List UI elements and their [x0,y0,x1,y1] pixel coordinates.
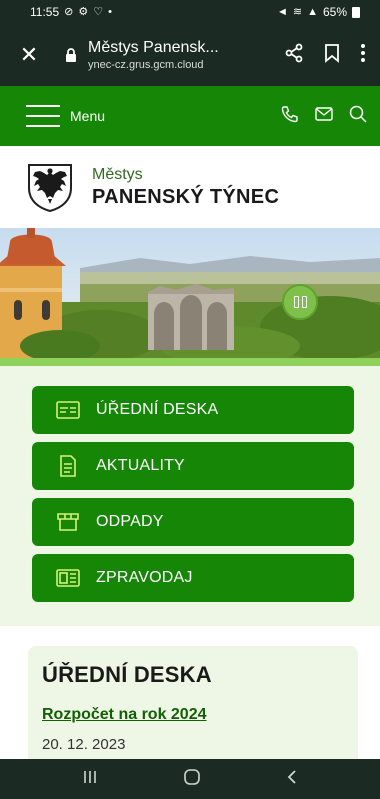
page-title: Městys Panensk... [88,39,219,56]
close-icon[interactable]: ✕ [0,42,58,68]
battery-level: 65% [322,5,347,19]
address-bar[interactable]: Městys Panensk... ynec-cz.grus.gcm.cloud [84,39,284,71]
menu-button[interactable]: Menu [26,105,105,127]
back-icon[interactable] [286,769,298,790]
board-icon [54,401,82,419]
dot-icon: • [108,5,112,18]
pause-slideshow-button[interactable] [282,284,318,320]
notice-item-date: 20. 12. 2023 [42,736,126,753]
pause-icon [293,296,299,308]
notice-item-link[interactable]: Rozpočet na rok 2024 [42,706,344,724]
system-navigation-bar [0,759,380,799]
coat-of-arms-logo [26,162,74,213]
brand-title: PANENSKÝ TÝNEC [92,185,280,208]
notice-board-title: ÚŘEDNÍ DESKA [42,662,212,687]
status-time: 11:55 [30,5,60,19]
bookmark-icon[interactable] [324,43,340,68]
brand-subtitle: Městys [92,165,143,183]
battery-icon [352,6,360,18]
wifi-icon: ≋ [292,5,303,18]
landscape-photo [0,228,380,358]
hamburger-icon [26,105,60,127]
phone-icon[interactable] [280,104,300,129]
menu-label: Menu [70,108,106,124]
quick-links: ÚŘEDNÍ DESKA AKTUALITY ODPADY ZPRAVODAJ [0,366,380,626]
hero-image [0,228,380,366]
quick-link-uredni-deska[interactable]: ÚŘEDNÍ DESKA [32,386,354,434]
document-icon [54,455,82,477]
recent-apps-icon[interactable] [82,770,98,789]
notice-board-section: ÚŘEDNÍ DESKA Rozpočet na rok 2024 20. 12… [0,626,380,759]
more-options-icon[interactable] [360,43,366,68]
quick-link-label: ODPADY [96,513,164,530]
share-icon[interactable] [284,43,304,68]
quick-link-label: AKTUALITY [96,457,185,474]
email-icon[interactable] [314,106,334,127]
hero-divider [0,358,380,366]
vibrate-icon: ◄ [276,5,288,18]
quick-link-label: ZPRAVODAJ [96,569,193,586]
quick-link-label: ÚŘEDNÍ DESKA [96,401,219,418]
web-page: Menu Městys PANENSKÝ TÝNEC ÚŘEDNÍ DESKA … [0,86,380,759]
page-url: ynec-cz.grus.gcm.cloud [88,59,204,71]
newspaper-icon [54,569,82,587]
site-brand[interactable]: Městys PANENSKÝ TÝNEC [0,146,380,228]
status-bar: 11:55 ⊘ ⚙ ♡ • ◄ ≋ ▲ 65% [0,0,380,24]
site-navbar: Menu [0,86,380,146]
signal-icon: ▲ [307,5,318,18]
browser-toolbar: ✕ Městys Panensk... ynec-cz.grus.gcm.clo… [0,24,380,86]
notice-board-card: ÚŘEDNÍ DESKA Rozpočet na rok 2024 20. 12… [28,646,358,759]
lock-icon[interactable] [58,47,84,63]
notification-icon: ♡ [93,5,104,18]
quick-link-odpady[interactable]: ODPADY [32,498,354,546]
quick-link-aktuality[interactable]: AKTUALITY [32,442,354,490]
settings-icon: ⚙ [78,5,89,18]
home-icon[interactable] [183,768,201,791]
mute-icon: ⊘ [64,5,74,18]
quick-link-zpravodaj[interactable]: ZPRAVODAJ [32,554,354,602]
search-icon[interactable] [348,104,368,129]
waste-icon [54,512,82,532]
